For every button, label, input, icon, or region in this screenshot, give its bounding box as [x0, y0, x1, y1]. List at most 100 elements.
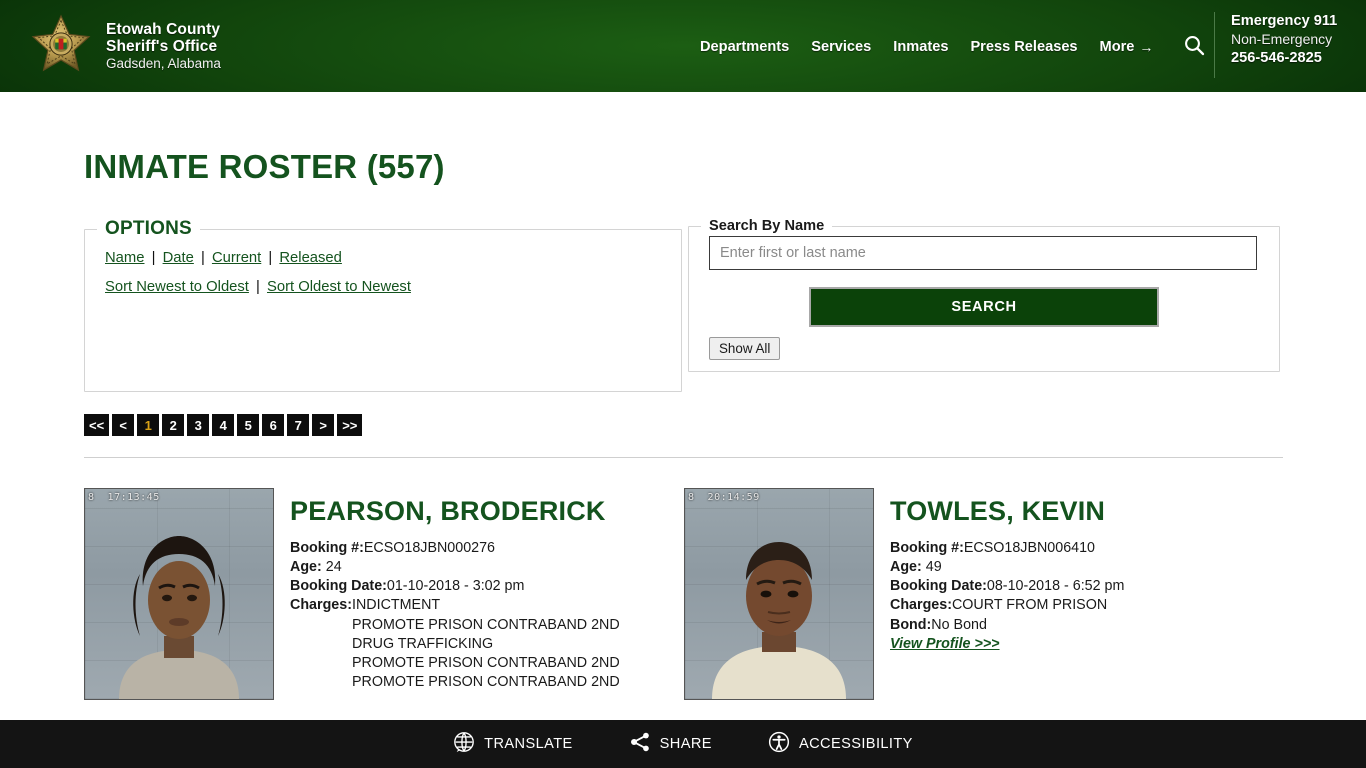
show-all-button[interactable]: Show All	[709, 337, 781, 360]
pagination-page-7[interactable]: 7	[287, 414, 310, 436]
booking-date-value: 01-10-2018 - 3:02 pm	[386, 578, 525, 595]
page-title: INMATE ROSTER (557)	[84, 148, 445, 185]
inmate-name: TOWLES, KEVIN	[890, 496, 1106, 526]
option-link-sort-newest-to-oldest[interactable]: Sort Newest to Oldest	[105, 279, 249, 295]
non-emergency-number[interactable]: 256-546-2825	[1231, 49, 1366, 68]
footer-accessibility-label: ACCESSIBILITY	[798, 736, 913, 752]
charges-field: Charges:COURT FROM PRISON	[890, 596, 1124, 615]
charges-label: Charges:	[290, 597, 352, 614]
booking-number-value: ECSO18JBN000276	[363, 540, 496, 556]
booking-number-value: ECSO18JBN006410	[963, 540, 1096, 556]
bond-value: No Bond	[931, 616, 987, 633]
booking-date-field: Booking Date:08-10-2018 - 6:52 pm	[890, 577, 1124, 596]
mugshot-photo[interactable]: 8 17:13:45	[84, 488, 274, 700]
main-navigation: Departments Services Inmates Press Relea…	[700, 34, 1205, 59]
option-link-name[interactable]: Name	[105, 250, 144, 266]
pagination-page-6[interactable]: 6	[262, 414, 285, 436]
charges-field: Charges:INDICTMENT	[290, 596, 620, 615]
search-legend: Search By Name	[709, 218, 825, 234]
emergency-contact-block: Emergency 911 Non-Emergency 256-546-2825	[1214, 12, 1366, 78]
search-icon	[1183, 34, 1205, 59]
pagination-next[interactable]: >	[312, 414, 335, 436]
age-label: Age:	[890, 559, 922, 576]
charges-label: Charges:	[890, 597, 952, 614]
option-link-current[interactable]: Current	[212, 250, 261, 266]
brand-line-office: Sheriff's Office	[106, 38, 218, 56]
brand-line-county: Etowah County	[106, 21, 221, 39]
age-field: Age: 49	[890, 558, 1124, 577]
emergency-number: Emergency 911	[1231, 13, 1338, 29]
non-emergency-label: Non-Emergency	[1231, 30, 1333, 47]
options-row-filters: Name | Date | Current | Released	[105, 250, 681, 266]
arrow-right-icon: →	[1139, 38, 1154, 55]
panels-row: OPTIONS Name | Date | Current | Released…	[0, 186, 1366, 392]
mugshot-timestamp: 8 17:13:45	[88, 492, 160, 503]
page-content: INMATE ROSTER (557) OPTIONS Name | Date …	[0, 92, 1366, 700]
search-submit-button[interactable]: SEARCH	[809, 287, 1159, 327]
pagination-page-3[interactable]: 3	[187, 414, 210, 436]
search-input[interactable]	[709, 236, 1257, 270]
nav-item-services[interactable]: Services	[811, 39, 871, 55]
pagination-prev[interactable]: <	[112, 414, 135, 436]
mugshot-subject	[712, 542, 846, 699]
nav-item-inmates[interactable]: Inmates	[893, 39, 948, 55]
age-value: 24	[325, 559, 342, 576]
brand-text: Etowah County Sheriff's Office Gadsden, …	[106, 21, 221, 71]
footer-accessibility-button[interactable]: ACCESSIBILITY	[768, 731, 913, 757]
booking-number-label: Booking #:	[890, 540, 964, 556]
search-panel: Search By Name SEARCH Show All	[688, 218, 1280, 372]
booking-number-field: Booking #:ECSO18JBN000276	[290, 539, 620, 558]
charge-item: PROMOTE PRISON CONTRABAND 2ND	[352, 654, 620, 671]
pagination-page-5[interactable]: 5	[237, 414, 260, 436]
accessibility-person-icon	[768, 731, 790, 757]
brand-block[interactable]: Etowah County Sheriff's Office Gadsden, …	[0, 13, 221, 80]
separator: |	[200, 250, 205, 266]
separator: |	[151, 250, 156, 266]
nav-item-departments[interactable]: Departments	[700, 39, 789, 55]
brand-line-city: Gadsden, Alabama	[106, 55, 221, 71]
charge-item: PROMOTE PRISON CONTRABAND 2ND	[352, 616, 620, 633]
option-link-date[interactable]: Date	[163, 250, 194, 266]
pagination-last[interactable]: >>	[337, 414, 363, 436]
charge-item: COURT FROM PRISON	[951, 597, 1108, 614]
site-header: Etowah County Sheriff's Office Gadsden, …	[0, 0, 1366, 92]
charge-item: INDICTMENT	[351, 597, 441, 614]
pagination-first[interactable]: <<	[84, 414, 110, 436]
nav-more-label: More	[1099, 38, 1135, 55]
age-label: Age:	[290, 559, 322, 576]
booking-number-field: Booking #:ECSO18JBN006410	[890, 539, 1124, 558]
footer-share-button[interactable]: SHARE	[629, 731, 712, 757]
inmate-record: 8 17:13:45 PEARSON, BRODERICK Booking #:…	[84, 488, 684, 700]
option-link-released[interactable]: Released	[279, 250, 342, 266]
globe-speech-icon	[453, 731, 475, 757]
bond-label: Bond:	[890, 616, 932, 633]
footer-share-label: SHARE	[659, 736, 712, 752]
header-search-button[interactable]	[1183, 34, 1205, 59]
mugshot-timestamp: 8 20:14:59	[688, 492, 760, 503]
pagination-page-1[interactable]: 1	[137, 414, 160, 436]
footer-translate-button[interactable]: TRANSLATE	[453, 731, 572, 757]
site-footer: TRANSLATE SHARE ACCESSIBILITY	[0, 720, 1366, 768]
booking-date-label: Booking Date:	[290, 578, 387, 595]
inmate-details: TOWLES, KEVIN Booking #:ECSO18JBN006410 …	[874, 488, 1124, 700]
pagination-page-4[interactable]: 4	[212, 414, 235, 436]
charge-item: PROMOTE PRISON CONTRABAND 2ND	[352, 674, 620, 691]
separator: |	[256, 279, 260, 295]
nav-item-more[interactable]: More →	[1100, 39, 1154, 55]
booking-date-value: 08-10-2018 - 6:52 pm	[986, 578, 1125, 595]
inmate-name: PEARSON, BRODERICK	[290, 496, 606, 526]
footer-translate-label: TRANSLATE	[484, 736, 573, 752]
options-legend: OPTIONS	[105, 218, 192, 239]
options-panel: OPTIONS Name | Date | Current | Released…	[84, 218, 682, 392]
view-profile-link[interactable]: View Profile >>>	[890, 636, 1000, 652]
pagination: << < 1 2 3 4 5 6 7 > >>	[0, 392, 1366, 436]
option-link-sort-oldest-to-newest[interactable]: Sort Oldest to Newest	[267, 279, 411, 295]
booking-date-label: Booking Date:	[890, 578, 987, 595]
charge-item: DRUG TRAFFICKING	[352, 635, 494, 652]
inmate-roster-list: 8 17:13:45 PEARSON, BRODERICK Booking #:…	[0, 458, 1366, 700]
nav-item-press-releases[interactable]: Press Releases	[970, 39, 1077, 55]
pagination-page-2[interactable]: 2	[162, 414, 185, 436]
inmate-record: 8 20:14:59 TOWLES, KEVIN Booking #:ECSO1…	[684, 488, 1284, 700]
bond-field: Bond:No Bond	[890, 616, 1124, 635]
mugshot-photo[interactable]: 8 20:14:59	[684, 488, 874, 700]
